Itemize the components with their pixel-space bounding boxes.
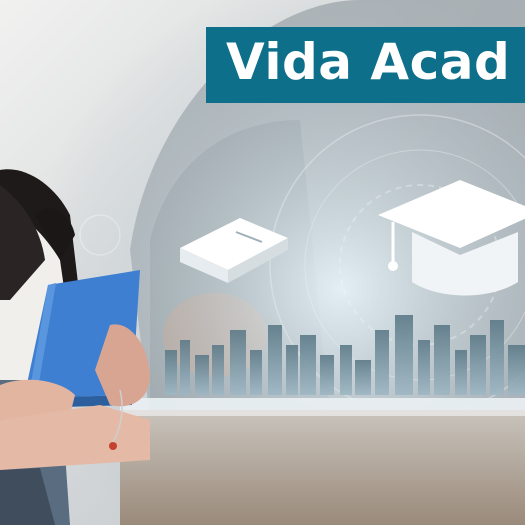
title-banner: Vida Acad: [206, 27, 525, 103]
tablet: [120, 398, 525, 525]
hero-image: Vida Acad: [0, 0, 525, 525]
banner-title: Vida Acad: [226, 33, 511, 91]
